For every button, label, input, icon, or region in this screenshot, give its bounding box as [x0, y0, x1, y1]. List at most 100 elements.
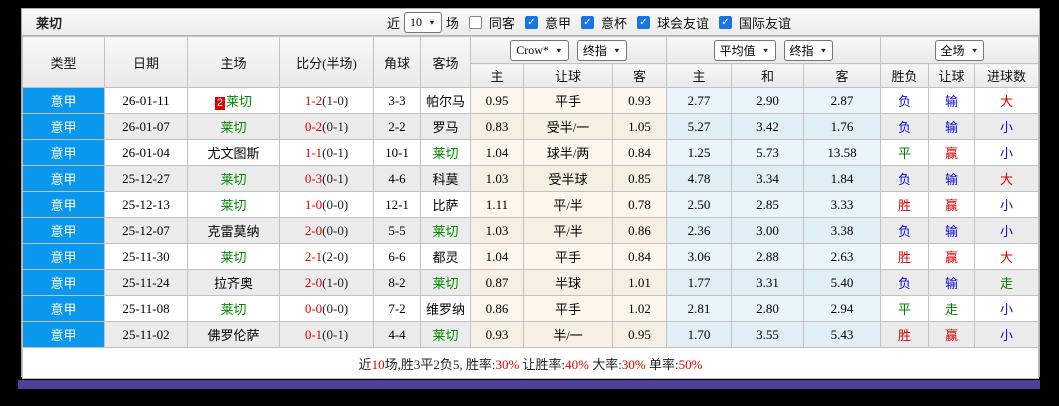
cell-goals-result: 大: [975, 244, 1039, 270]
col-header-corner: 角球: [374, 37, 421, 88]
cell-handicap-result: 输: [929, 218, 975, 244]
home-team-name[interactable]: 佛罗伦萨: [207, 328, 259, 343]
halftime-score: (0-1): [322, 327, 348, 342]
filter-checkbox-intl-friendly[interactable]: ✓: [719, 16, 732, 29]
home-team-name[interactable]: 莱切: [226, 94, 252, 109]
cell-crow-home-odds: 1.04: [471, 244, 524, 270]
cell-score: 2-0(1-0): [280, 270, 374, 296]
halftime-score: (0-0): [322, 301, 348, 316]
cell-crow-handicap: 半/一: [524, 322, 613, 348]
average-select[interactable]: 平均值 ▼: [714, 40, 776, 61]
match-rows: 意甲26-01-112莱切1-2(1-0)3-3帕尔马0.95平手0.932.7…: [23, 88, 1039, 348]
col-header-crow-home: 主: [471, 64, 524, 88]
cell-avg-home-odds: 2.81: [667, 296, 732, 322]
cell-home-team: 莱切: [188, 166, 280, 192]
match-row: 意甲26-01-07莱切0-2(0-1)2-2罗马0.83受半/一1.055.2…: [23, 114, 1039, 140]
filter-checkbox-coppa-italia[interactable]: ✓: [581, 16, 594, 29]
cell-home-team: 莱切: [188, 114, 280, 140]
odds-stage-select[interactable]: 终指 ▼: [577, 40, 627, 61]
cell-corner: 2-2: [374, 114, 421, 140]
cell-handicap-result: 输: [929, 270, 975, 296]
cell-handicap-result: 赢: [929, 140, 975, 166]
home-team-name[interactable]: 莱切: [220, 250, 246, 265]
away-team-name[interactable]: 比萨: [432, 198, 458, 213]
cell-score: 0-3(0-1): [280, 166, 374, 192]
chevron-down-icon: ▼: [613, 46, 621, 53]
cell-score: 0-1(0-1): [280, 322, 374, 348]
matches-table: 类型 日期 主场 比分(半场) 角球 客场 Crow* ▼ 终指 ▼: [22, 36, 1039, 379]
cell-avg-draw-odds: 2.85: [732, 192, 804, 218]
home-team-name[interactable]: 莱切: [220, 172, 246, 187]
summary-segment: 30%: [622, 357, 646, 372]
filter-checkbox-club-friendly[interactable]: ✓: [637, 16, 650, 29]
cell-avg-draw-odds: 2.80: [732, 296, 804, 322]
fulltime-score: 0-2: [305, 119, 322, 134]
summary-segment: 近: [359, 357, 372, 372]
away-team-name[interactable]: 莱切: [432, 328, 458, 343]
cell-corner: 4-4: [374, 322, 421, 348]
cell-goals-result: 小: [975, 192, 1039, 218]
same-away-checkbox[interactable]: [469, 16, 482, 29]
halftime-score: (0-0): [322, 223, 348, 238]
home-team-name[interactable]: 莱切: [220, 120, 246, 135]
col-header-result: 胜负: [881, 64, 929, 88]
filter-label-club-friendly: 球会友谊: [657, 13, 709, 32]
home-team-name[interactable]: 克雷莫纳: [207, 224, 259, 239]
cell-avg-home-odds: 2.36: [667, 218, 732, 244]
home-team-name[interactable]: 尤文图斯: [207, 146, 259, 161]
home-team-name[interactable]: 拉齐奥: [214, 276, 253, 291]
cell-crow-away-odds: 0.86: [613, 218, 667, 244]
away-team-name[interactable]: 莱切: [432, 224, 458, 239]
away-team-name[interactable]: 莱切: [432, 276, 458, 291]
away-team-name[interactable]: 维罗纳: [426, 302, 465, 317]
scope-select[interactable]: 全场 ▼: [935, 40, 985, 61]
chevron-down-icon: ▼: [971, 46, 979, 53]
away-team-name[interactable]: 科莫: [432, 172, 458, 187]
halftime-score: (1-0): [322, 275, 348, 290]
cell-avg-draw-odds: 2.90: [732, 88, 804, 114]
home-team-name[interactable]: 莱切: [220, 302, 246, 317]
cell-crow-away-odds: 0.93: [613, 88, 667, 114]
cell-avg-home-odds: 2.50: [667, 192, 732, 218]
cell-corner: 12-1: [374, 192, 421, 218]
cell-date: 25-11-24: [105, 270, 188, 296]
scope-select-group: 全场 ▼: [881, 37, 1039, 64]
cell-date: 25-11-08: [105, 296, 188, 322]
filter-label-coppa-italia: 意杯: [601, 13, 627, 32]
cell-away-team: 莱切: [421, 218, 471, 244]
cell-date: 25-11-30: [105, 244, 188, 270]
cell-home-team: 莱切: [188, 192, 280, 218]
cell-corner: 8-2: [374, 270, 421, 296]
cell-date: 25-12-27: [105, 166, 188, 192]
cell-corner: 5-5: [374, 218, 421, 244]
cell-crow-home-odds: 1.03: [471, 166, 524, 192]
away-team-name[interactable]: 罗马: [432, 120, 458, 135]
cell-goals-result: 小: [975, 114, 1039, 140]
home-team-name[interactable]: 莱切: [220, 198, 246, 213]
halftime-score: (0-1): [322, 171, 348, 186]
cell-home-team: 尤文图斯: [188, 140, 280, 166]
col-header-avg-away: 客: [804, 64, 881, 88]
cell-crow-handicap: 受半球: [524, 166, 613, 192]
summary-segment: 大率:: [589, 357, 622, 372]
cell-score: 1-0(0-0): [280, 192, 374, 218]
away-team-name[interactable]: 莱切: [432, 146, 458, 161]
cell-home-team: 克雷莫纳: [188, 218, 280, 244]
chevron-down-icon: ▼: [555, 46, 563, 53]
bookmaker-select[interactable]: Crow* ▼: [510, 40, 569, 61]
away-team-name[interactable]: 帕尔马: [426, 94, 465, 109]
away-team-name[interactable]: 都灵: [432, 250, 458, 265]
col-header-avg-home: 主: [667, 64, 732, 88]
cell-score: 0-0(0-0): [280, 296, 374, 322]
cell-home-team: 2莱切: [188, 88, 280, 114]
filter-checkbox-serie-a[interactable]: ✓: [525, 16, 538, 29]
cell-corner: 3-3: [374, 88, 421, 114]
match-row: 意甲25-12-07克雷莫纳2-0(0-0)5-5莱切1.03平/半0.862.…: [23, 218, 1039, 244]
col-header-score: 比分(半场): [280, 37, 374, 88]
cell-crow-away-odds: 0.85: [613, 166, 667, 192]
average-stage-select[interactable]: 终指 ▼: [784, 40, 834, 61]
cell-crow-home-odds: 1.11: [471, 192, 524, 218]
panel-topbar: 莱切 近 10 ▼ 场 同客 ✓ 意甲 ✓ 意杯 ✓ 球会友谊 ✓ 国际友谊: [22, 9, 1039, 36]
recent-count-select[interactable]: 10 ▼: [404, 12, 442, 33]
cell-date: 26-01-07: [105, 114, 188, 140]
